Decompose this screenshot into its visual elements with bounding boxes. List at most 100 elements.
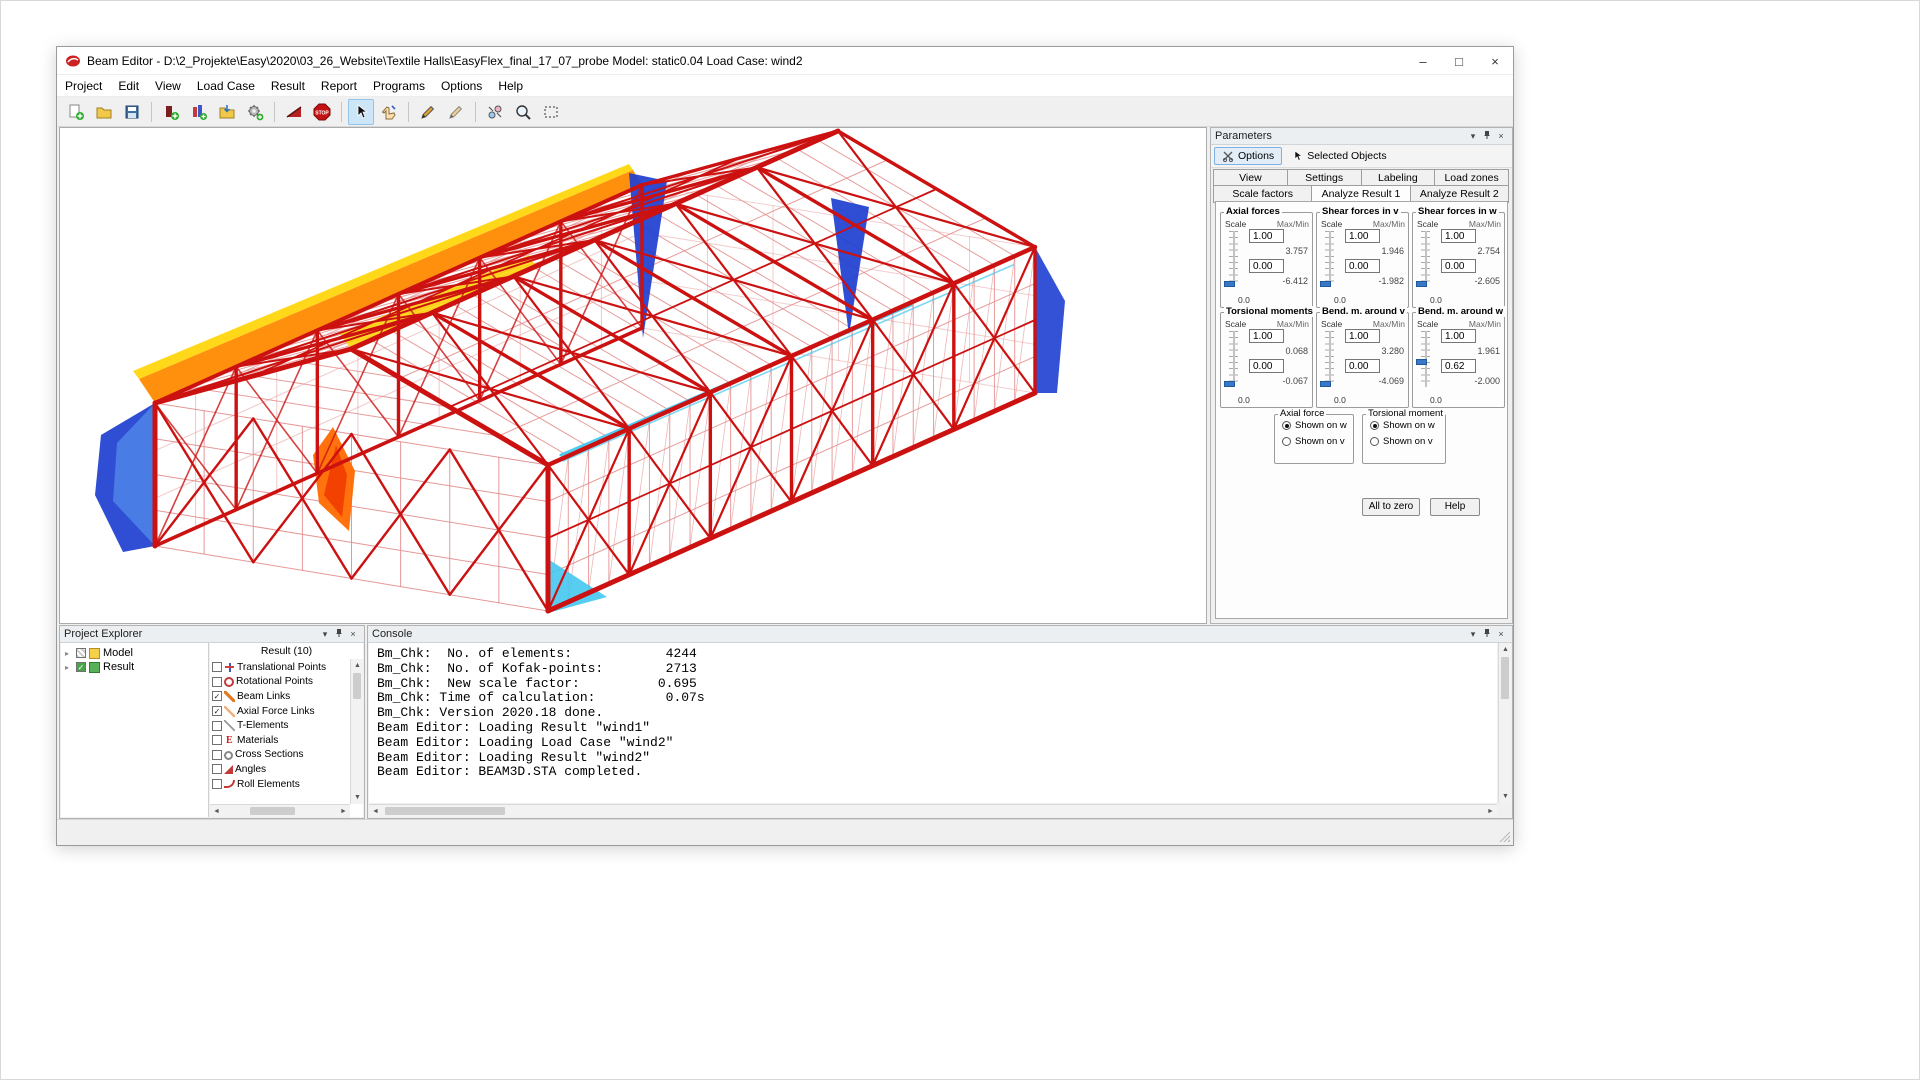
offset-input[interactable]: [1345, 359, 1380, 373]
panel-close-icon[interactable]: ×: [1494, 629, 1508, 639]
save-button[interactable]: [119, 99, 145, 125]
menu-edit[interactable]: Edit: [110, 76, 147, 96]
panel-menu-icon[interactable]: ▾: [318, 629, 332, 640]
scroll-right-icon[interactable]: ►: [337, 805, 350, 818]
scroll-right-icon[interactable]: ►: [1484, 805, 1497, 818]
list-item[interactable]: Translational Points: [212, 660, 349, 675]
list-item[interactable]: ✓Axial Force Links: [212, 704, 349, 719]
console-titlebar[interactable]: Console ▾ ×: [368, 626, 1512, 643]
model-viewport[interactable]: [59, 127, 1207, 624]
tree-item-model[interactable]: ▸ Model: [61, 646, 208, 660]
scroll-down-icon[interactable]: ▼: [1499, 790, 1512, 803]
menu-options[interactable]: Options: [433, 76, 490, 96]
item-checkbox[interactable]: ✓: [212, 691, 222, 701]
add-result-button[interactable]: [186, 99, 212, 125]
scale-slider[interactable]: [1329, 231, 1331, 287]
item-checkbox[interactable]: [212, 750, 222, 760]
selected-objects-toggle-button[interactable]: Selected Objects: [1285, 147, 1394, 165]
pin-icon[interactable]: [1480, 130, 1494, 142]
panel-close-icon[interactable]: ×: [1494, 131, 1508, 141]
scroll-up-icon[interactable]: ▲: [351, 659, 364, 672]
scale-input[interactable]: [1441, 329, 1476, 343]
list-item[interactable]: Cross Sections: [212, 748, 349, 763]
project-explorer-titlebar[interactable]: Project Explorer ▾ ×: [60, 626, 364, 643]
scroll-down-icon[interactable]: ▼: [351, 791, 364, 804]
slider-handle[interactable]: [1320, 381, 1331, 387]
gear-add-button[interactable]: [242, 99, 268, 125]
scrollbar-thumb[interactable]: [250, 807, 295, 815]
slider-handle[interactable]: [1416, 281, 1427, 287]
panel-close-icon[interactable]: ×: [346, 629, 360, 639]
shown-on-w-radio[interactable]: [1370, 421, 1379, 430]
menu-report[interactable]: Report: [313, 76, 365, 96]
item-checkbox[interactable]: ✓: [212, 706, 222, 716]
draw-beam-alt-button[interactable]: [443, 99, 469, 125]
torsional-shown-on-v-option[interactable]: Shown on v: [1370, 436, 1445, 447]
expander-icon[interactable]: ▸: [65, 663, 73, 672]
console-vscrollbar[interactable]: ▲ ▼: [1498, 643, 1511, 803]
offset-input[interactable]: [1345, 259, 1380, 273]
item-checkbox[interactable]: [212, 721, 222, 731]
scroll-up-icon[interactable]: ▲: [1499, 643, 1512, 656]
close-button[interactable]: ×: [1477, 47, 1513, 75]
minimize-button[interactable]: –: [1405, 47, 1441, 75]
select-cursor-button[interactable]: [348, 99, 374, 125]
scale-input[interactable]: [1441, 229, 1476, 243]
result-list-vscrollbar[interactable]: ▲ ▼: [350, 659, 363, 804]
parameters-panel-titlebar[interactable]: Parameters ▾ ×: [1211, 128, 1512, 145]
shown-on-v-radio[interactable]: [1370, 437, 1379, 446]
expander-icon[interactable]: ▸: [65, 649, 73, 658]
item-checkbox[interactable]: [212, 764, 222, 774]
scale-input[interactable]: [1345, 329, 1380, 343]
scale-input[interactable]: [1249, 229, 1284, 243]
menu-programs[interactable]: Programs: [365, 76, 433, 96]
pin-icon[interactable]: [332, 628, 346, 640]
shown-on-v-radio[interactable]: [1282, 437, 1291, 446]
titlebar[interactable]: Beam Editor - D:\2_Projekte\Easy\2020\03…: [57, 47, 1513, 75]
tree-item-result[interactable]: ▸ Result: [61, 660, 208, 674]
scale-input[interactable]: [1345, 229, 1380, 243]
slider-handle[interactable]: [1224, 381, 1235, 387]
new-file-button[interactable]: [63, 99, 89, 125]
zoom-button[interactable]: [510, 99, 536, 125]
add-loadcase-button[interactable]: [158, 99, 184, 125]
list-item[interactable]: Angles: [212, 762, 349, 777]
model-checkbox[interactable]: [76, 648, 86, 658]
console-hscrollbar[interactable]: ◄ ►: [369, 804, 1497, 817]
open-file-button[interactable]: [91, 99, 117, 125]
options-toggle-button[interactable]: Options: [1214, 147, 1282, 165]
list-item[interactable]: ✓Beam Links: [212, 689, 349, 704]
list-item[interactable]: Materials: [212, 733, 349, 748]
console-output[interactable]: Bm_Chk: No. of elements: 4244 Bm_Chk: No…: [369, 643, 1497, 803]
all-to-zero-button[interactable]: All to zero: [1362, 498, 1420, 516]
list-item[interactable]: Rotational Points: [212, 675, 349, 690]
result-wedge-button[interactable]: [281, 99, 307, 125]
resize-grip-icon[interactable]: [1498, 830, 1510, 842]
scroll-left-icon[interactable]: ◄: [210, 805, 223, 818]
transform-button[interactable]: [482, 99, 508, 125]
list-item[interactable]: T-Elements: [212, 718, 349, 733]
menu-help[interactable]: Help: [490, 76, 531, 96]
result-checkbox[interactable]: [76, 662, 86, 672]
scrollbar-thumb[interactable]: [353, 673, 361, 699]
maximize-button[interactable]: □: [1441, 47, 1477, 75]
slider-handle[interactable]: [1416, 359, 1427, 365]
axial-shown-on-w-option[interactable]: Shown on w: [1282, 420, 1353, 431]
offset-input[interactable]: [1441, 259, 1476, 273]
offset-input[interactable]: [1249, 359, 1284, 373]
selection-frame-button[interactable]: [538, 99, 564, 125]
scale-slider[interactable]: [1233, 331, 1235, 387]
menu-result[interactable]: Result: [263, 76, 313, 96]
scale-slider[interactable]: [1329, 331, 1331, 387]
scrollbar-thumb[interactable]: [385, 807, 505, 815]
menu-project[interactable]: Project: [57, 76, 110, 96]
result-list-hscrollbar[interactable]: ◄ ►: [210, 804, 350, 817]
scale-slider[interactable]: [1233, 231, 1235, 287]
item-checkbox[interactable]: [212, 662, 222, 672]
torsional-shown-on-w-option[interactable]: Shown on w: [1370, 420, 1445, 431]
shown-on-w-radio[interactable]: [1282, 421, 1291, 430]
stop-button[interactable]: STOP: [309, 99, 335, 125]
scrollbar-thumb[interactable]: [1501, 657, 1509, 699]
item-checkbox[interactable]: [212, 735, 222, 745]
scale-slider[interactable]: [1425, 231, 1427, 287]
